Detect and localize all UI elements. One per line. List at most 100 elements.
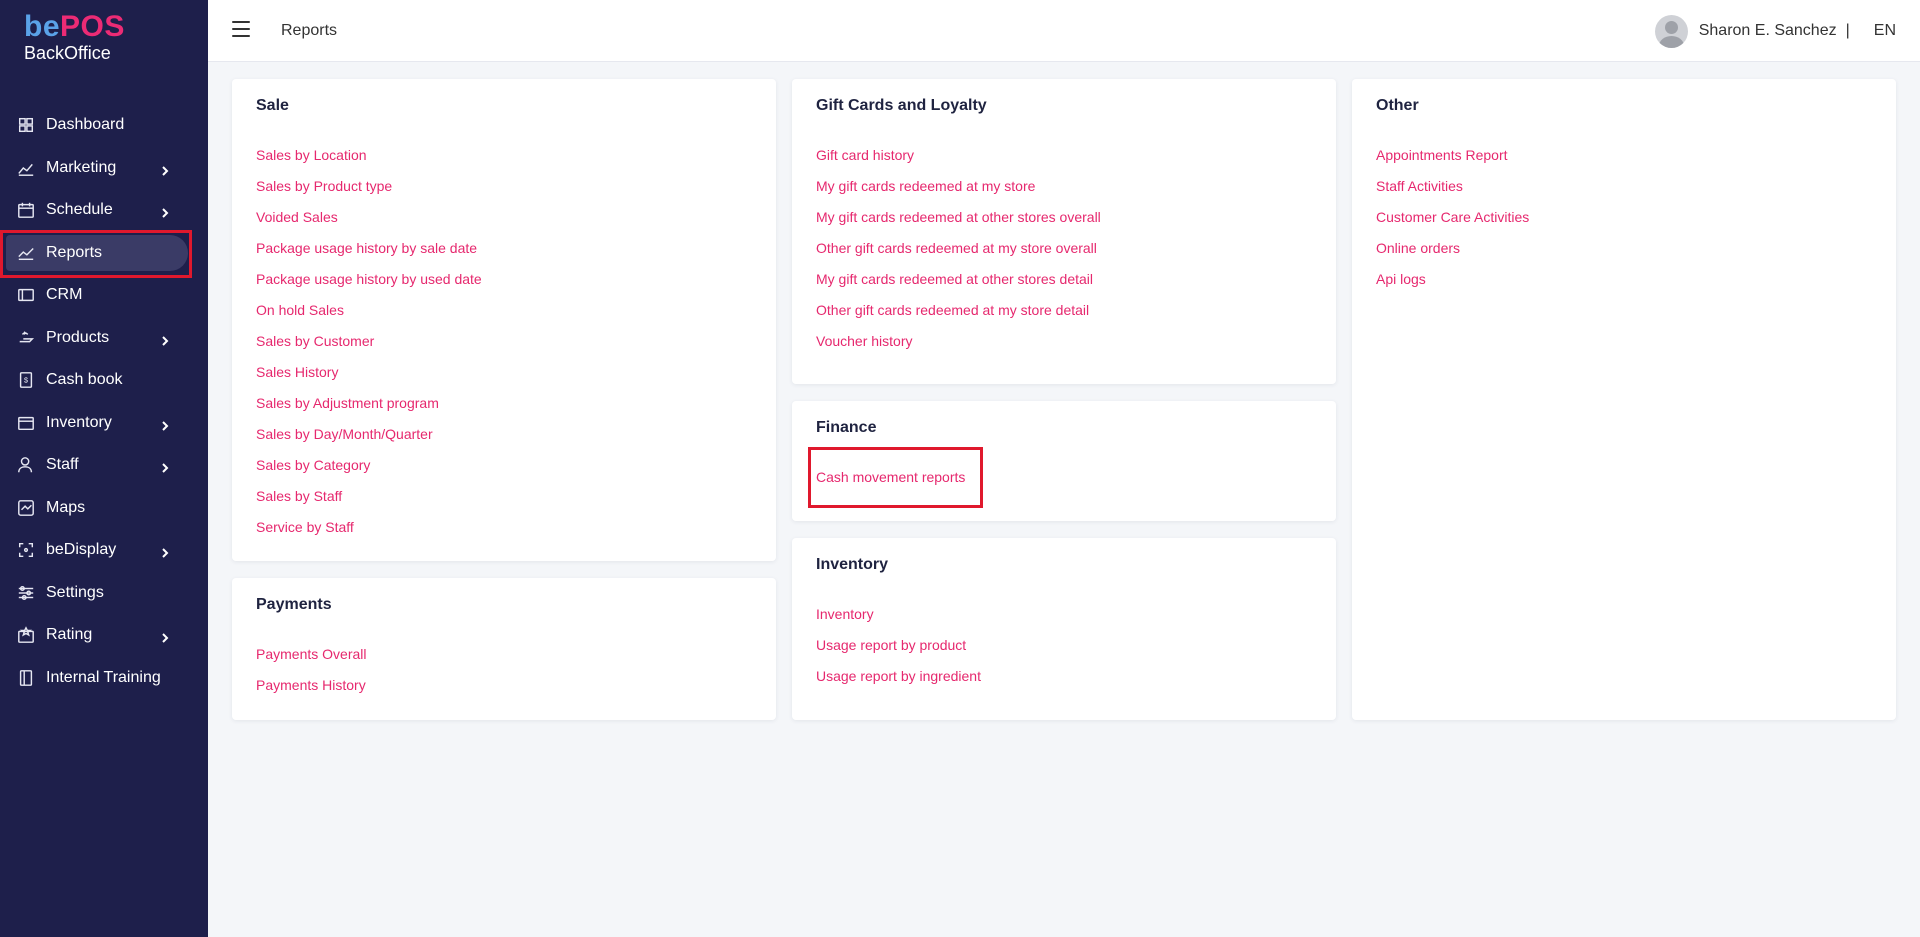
payments-links: Payments Overall Payments History — [256, 645, 366, 707]
card-title: Inventory — [816, 556, 889, 573]
sidebar-item-reports[interactable]: Reports — [0, 232, 208, 275]
report-link[interactable]: Gift card history — [816, 146, 1101, 177]
inventory-card: Inventory Inventory Usage report by produ… — [792, 538, 1336, 720]
sidebar-item-label: beDisplay — [46, 541, 117, 559]
user-menu[interactable]: Sharon E. Sanchez | EN — [1654, 14, 1896, 48]
sale-card: Sale Sales by Location Sales by Product t… — [232, 79, 776, 561]
logo-subtitle: BackOffice — [24, 43, 111, 63]
report-link[interactable]: Payments Overall — [256, 645, 366, 676]
report-link[interactable]: Voucher history — [816, 332, 1101, 363]
sidebar-item-bedisplay[interactable]: beDisplay — [0, 529, 208, 572]
chevron-right-icon — [160, 205, 170, 218]
sidebar-item-label: Products — [46, 328, 110, 346]
report-link[interactable]: Sales History — [256, 363, 482, 394]
sidebar-item-maps[interactable]: Maps — [0, 487, 208, 530]
card-title: Other — [1376, 97, 1419, 114]
sidebar-item-label: Inventory — [46, 413, 112, 431]
products-icon — [16, 328, 36, 348]
report-link[interactable]: On hold Sales — [256, 301, 482, 332]
finance-links: Cash movement reports — [816, 468, 965, 499]
sidebar: bePOS BackOffice Dashboard Marketing Sched… — [0, 0, 208, 937]
user-name[interactable]: Sharon E. Sanchez — [1699, 22, 1837, 40]
staff-person-icon — [16, 455, 36, 475]
bedisplay-scan-icon — [16, 540, 36, 560]
sidebar-item-inventory[interactable]: Inventory — [0, 402, 208, 445]
report-link[interactable]: Usage report by ingredient — [816, 667, 981, 698]
logo-be-text: be — [24, 10, 61, 43]
sidebar-item-label: Schedule — [46, 201, 113, 219]
sidebar-item-dashboard[interactable]: Dashboard — [0, 104, 208, 147]
chevron-right-icon — [160, 163, 170, 176]
report-link[interactable]: Other gift cards redeemed at my store ov… — [816, 239, 1101, 270]
report-link[interactable]: Sales by Category — [256, 456, 482, 487]
sidebar-item-internal-training[interactable]: Internal Training — [0, 657, 208, 700]
hamburger-menu-icon[interactable] — [232, 21, 250, 37]
report-link[interactable]: My gift cards redeemed at other stores d… — [816, 270, 1101, 301]
report-link[interactable]: Payments History — [256, 676, 366, 707]
report-link[interactable]: Voided Sales — [256, 208, 482, 239]
avatar[interactable] — [1654, 14, 1688, 48]
sidebar-item-products[interactable]: Products — [0, 317, 208, 360]
chevron-right-icon — [160, 418, 170, 431]
card-title: Finance — [816, 419, 877, 436]
other-card: Other Appointments Report Staff Activitie… — [1352, 79, 1896, 720]
card-title: Gift Cards and Loyalty — [816, 97, 987, 114]
report-link[interactable]: Package usage history by sale date — [256, 239, 482, 270]
sidebar-item-label: Dashboard — [46, 116, 125, 134]
sidebar-item-schedule[interactable]: Schedule — [0, 189, 208, 232]
top-header: Reports Sharon E. Sanchez | EN — [208, 0, 1920, 62]
logo-pos-text: POS — [60, 10, 125, 43]
report-link[interactable]: My gift cards redeemed at my store — [816, 177, 1101, 208]
sidebar-item-cash-book[interactable]: $ Cash book — [0, 359, 208, 402]
report-link[interactable]: Api logs — [1376, 270, 1529, 301]
report-link[interactable]: Sales by Product type — [256, 177, 482, 208]
sidebar-item-marketing[interactable]: Marketing — [0, 147, 208, 190]
sidebar-item-settings[interactable]: Settings — [0, 572, 208, 615]
dashboard-grid-icon — [16, 115, 36, 135]
report-link[interactable]: Sales by Customer — [256, 332, 482, 363]
report-link[interactable]: Staff Activities — [1376, 177, 1529, 208]
inventory-links: Inventory Usage report by product Usage re… — [816, 605, 981, 698]
rating-star-icon — [16, 625, 36, 645]
cash-book-icon: $ — [16, 370, 36, 390]
inventory-box-icon — [16, 413, 36, 433]
sidebar-item-label: Marketing — [46, 158, 117, 176]
chevron-right-icon — [160, 545, 170, 558]
report-link[interactable]: My gift cards redeemed at other stores o… — [816, 208, 1101, 239]
report-link[interactable]: Sales by Staff — [256, 487, 482, 518]
report-link[interactable]: Customer Care Activities — [1376, 208, 1529, 239]
report-link[interactable]: Appointments Report — [1376, 146, 1529, 177]
report-link[interactable]: Sales by Day/Month/Quarter — [256, 425, 482, 456]
report-link[interactable]: Inventory — [816, 605, 981, 636]
sidebar-item-label: CRM — [46, 286, 83, 304]
report-link[interactable]: Other gift cards redeemed at my store de… — [816, 301, 1101, 332]
card-title: Payments — [256, 596, 332, 613]
calendar-icon — [16, 200, 36, 220]
settings-sliders-icon — [16, 583, 36, 603]
language-selector[interactable]: EN — [1874, 22, 1896, 40]
sidebar-item-staff[interactable]: Staff — [0, 444, 208, 487]
marketing-chart-icon — [16, 158, 36, 178]
report-link[interactable]: Package usage history by used date — [256, 270, 482, 301]
sidebar-item-label: Staff — [46, 456, 79, 474]
payments-card: Payments Payments Overall Payments Histor… — [232, 578, 776, 720]
sidebar-item-rating[interactable]: Rating — [0, 614, 208, 657]
sidebar-item-crm[interactable]: CRM — [0, 274, 208, 317]
giftcards-links: Gift card history My gift cards redeemed … — [816, 146, 1101, 363]
report-link[interactable]: Cash movement reports — [816, 468, 965, 499]
giftcards-card: Gift Cards and Loyalty Gift card history… — [792, 79, 1336, 384]
sidebar-item-label: Internal Training — [46, 668, 161, 686]
sale-links: Sales by Location Sales by Product type Vo… — [256, 146, 482, 549]
report-link[interactable]: Sales by Adjustment program — [256, 394, 482, 425]
report-link[interactable]: Sales by Location — [256, 146, 482, 177]
crm-card-icon — [16, 285, 36, 305]
other-links: Appointments Report Staff Activities Custo… — [1376, 146, 1529, 301]
report-link[interactable]: Online orders — [1376, 239, 1529, 270]
report-link[interactable]: Usage report by product — [816, 636, 981, 667]
sidebar-item-label: Rating — [46, 626, 93, 644]
reports-line-icon — [16, 243, 36, 263]
header-separator: | — [1845, 22, 1850, 39]
bepos-logo[interactable]: bePOS BackOffice — [24, 12, 184, 64]
chevron-right-icon — [160, 630, 170, 643]
report-link[interactable]: Service by Staff — [256, 518, 482, 549]
